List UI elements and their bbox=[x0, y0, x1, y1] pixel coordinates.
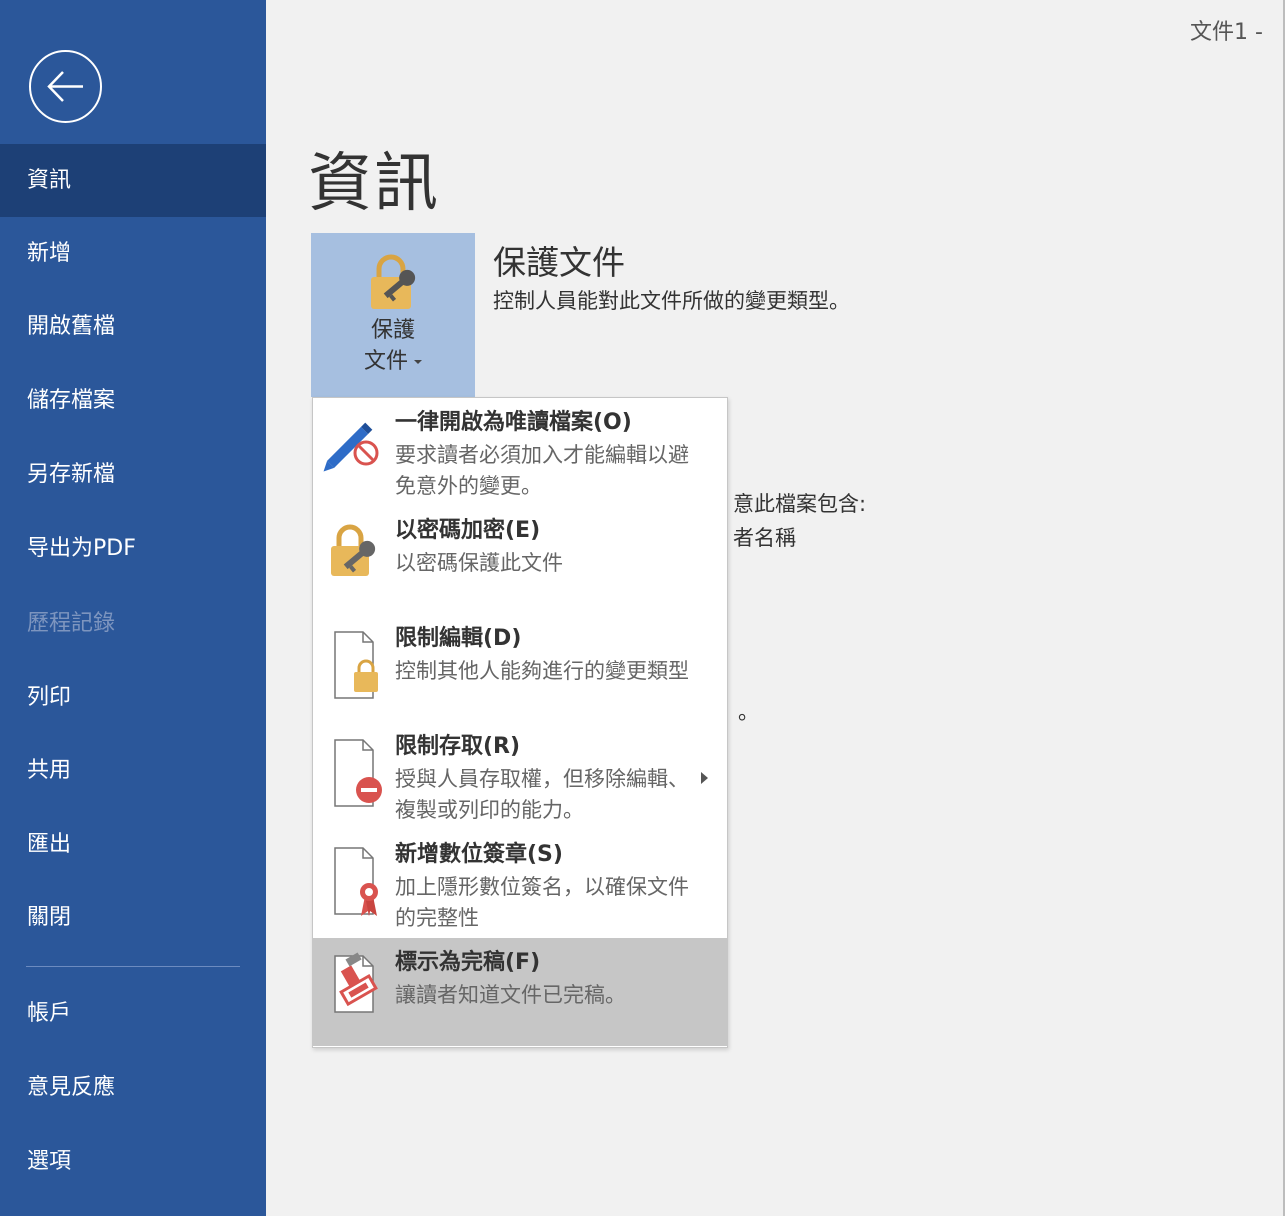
protect-document-button[interactable]: 保護 文件 bbox=[311, 233, 475, 397]
menu-item-title: 新增數位簽章(S) bbox=[395, 842, 563, 867]
pencil-no-icon bbox=[323, 422, 379, 472]
sidebar-item-new[interactable]: 新增 bbox=[0, 217, 266, 290]
protect-section-title: 保護文件 bbox=[493, 243, 625, 282]
protect-section-description: 控制人員能對此文件所做的變更類型。 bbox=[493, 289, 850, 313]
sidebar-item-export[interactable]: 匯出 bbox=[0, 808, 266, 881]
menu-item-add-signature[interactable]: 新增數位簽章(S) 加上隱形數位簽名，以確保文件的完整性 bbox=[313, 830, 727, 938]
caret-down-icon bbox=[414, 360, 422, 364]
sidebar-item-close[interactable]: 關閉 bbox=[0, 881, 266, 954]
protect-document-menu: 一律開啟為唯讀檔案(O) 要求讀者必須加入才能編輯以避免意外的變更。 以密碼加密… bbox=[312, 397, 728, 1048]
sidebar-item-export-pdf[interactable]: 导出为PDF bbox=[0, 512, 266, 585]
page-title: 資訊 bbox=[308, 147, 440, 221]
menu-item-description: 讓讀者知道文件已完稿。 bbox=[395, 983, 626, 1007]
menu-item-description: 以密碼保護此文件 bbox=[395, 551, 563, 575]
sidebar-item-save[interactable]: 儲存檔案 bbox=[0, 364, 266, 437]
menu-item-always-open-readonly[interactable]: 一律開啟為唯讀檔案(O) 要求讀者必須加入才能編輯以避免意外的變更。 bbox=[313, 398, 727, 506]
lock-key-icon bbox=[331, 524, 376, 576]
inspect-text-line3: 。 bbox=[738, 700, 759, 724]
menu-item-title: 標示為完稿(F) bbox=[395, 950, 541, 975]
back-arrow-icon bbox=[47, 71, 83, 102]
lock-key-icon bbox=[371, 254, 416, 309]
document-lock-icon bbox=[334, 631, 378, 699]
menu-item-restrict-access[interactable]: 限制存取(R) 授與人員存取權，但移除編輯、複製或列印的能力。 bbox=[313, 722, 727, 830]
backstage-sidebar: 資訊 新增 開啟舊檔 儲存檔案 另存新檔 导出为PDF 歷程記錄 列印 共用 匯… bbox=[0, 0, 266, 1216]
menu-item-description: 控制其他人能夠進行的變更類型 bbox=[395, 659, 689, 683]
sidebar-item-print[interactable]: 列印 bbox=[0, 661, 266, 734]
inspect-text-line2: 者名稱 bbox=[733, 526, 796, 550]
sidebar-item-open[interactable]: 開啟舊檔 bbox=[0, 290, 266, 363]
protect-button-line1: 保護 bbox=[370, 318, 415, 343]
inspect-text-line1: 意此檔案包含: bbox=[733, 492, 867, 516]
document-ribbon-icon bbox=[334, 847, 378, 916]
menu-item-title: 一律開啟為唯讀檔案(O) bbox=[395, 410, 632, 435]
sidebar-item-options[interactable]: 選項 bbox=[0, 1125, 266, 1198]
menu-item-description: 要求讀者必須加入才能編輯以避免意外的變更。 bbox=[395, 443, 689, 498]
menu-item-mark-as-final[interactable]: 標示為完稿(F) 讓讀者知道文件已完稿。 bbox=[313, 938, 727, 1046]
menu-item-restrict-editing[interactable]: 限制編輯(D) 控制其他人能夠進行的變更類型 bbox=[313, 614, 727, 722]
sidebar-divider bbox=[26, 966, 240, 967]
menu-item-title: 以密碼加密(E) bbox=[395, 518, 541, 543]
document-stamp-icon bbox=[334, 952, 378, 1013]
sidebar-item-share[interactable]: 共用 bbox=[0, 734, 266, 807]
menu-item-title: 限制存取(R) bbox=[395, 734, 521, 759]
menu-item-encrypt-password[interactable]: 以密碼加密(E) 以密碼保護此文件 bbox=[313, 506, 727, 614]
document-title: 文件1 - bbox=[1190, 20, 1263, 45]
document-restrict-icon bbox=[334, 739, 382, 807]
protect-button-line2: 文件 bbox=[363, 349, 408, 374]
menu-item-title: 限制編輯(D) bbox=[395, 626, 522, 651]
sidebar-item-info[interactable]: 資訊 bbox=[0, 144, 266, 217]
menu-item-description: 授與人員存取權，但移除編輯、複製或列印的能力。 bbox=[395, 767, 689, 822]
sidebar-item-history: 歷程記錄 bbox=[27, 611, 116, 636]
sidebar-item-account[interactable]: 帳戶 bbox=[0, 977, 266, 1050]
sidebar-item-feedback[interactable]: 意見反應 bbox=[0, 1051, 266, 1124]
sidebar-item-save-as[interactable]: 另存新檔 bbox=[0, 438, 266, 511]
back-button[interactable] bbox=[29, 50, 102, 123]
menu-item-description: 加上隱形數位簽名，以確保文件的完整性 bbox=[395, 875, 689, 930]
submenu-arrow-icon[interactable] bbox=[701, 772, 708, 784]
